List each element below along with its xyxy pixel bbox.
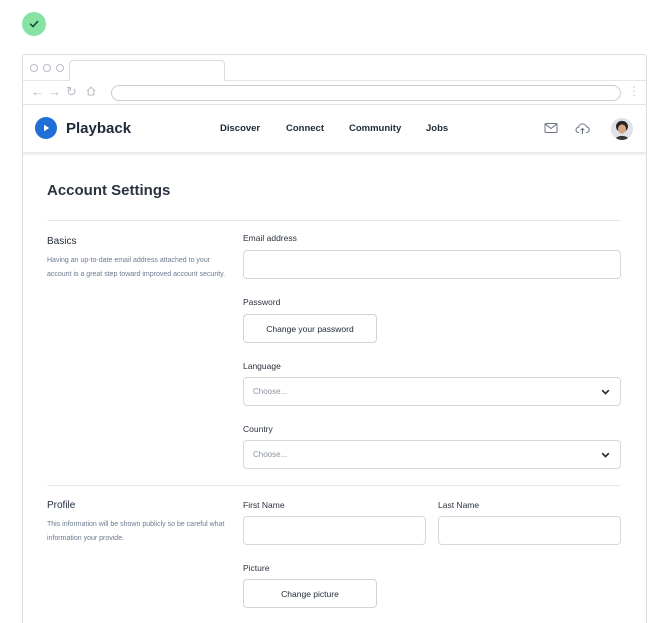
mail-icon[interactable] xyxy=(543,120,559,136)
browser-tab-bar xyxy=(23,55,646,82)
language-label: Language xyxy=(243,361,281,371)
upload-icon[interactable] xyxy=(574,120,590,136)
window-minimize-dot[interactable] xyxy=(43,64,51,72)
browser-menu-icon[interactable]: ⋮ xyxy=(628,84,640,98)
nav-link-community[interactable]: Community xyxy=(349,123,401,134)
page-title: Account Settings xyxy=(47,182,171,199)
reload-icon[interactable]: ↻ xyxy=(66,84,77,100)
chevron-down-icon xyxy=(600,450,610,460)
section-description-profile: This information will be shown publicly … xyxy=(47,521,225,542)
chevron-down-icon xyxy=(600,387,610,397)
url-field[interactable] xyxy=(111,85,621,101)
picture-label: Picture xyxy=(243,563,270,573)
first-name-field[interactable] xyxy=(243,516,426,545)
forward-arrow-icon[interactable]: → xyxy=(48,84,61,100)
browser-address-bar: ← → ↻ ⋮ xyxy=(23,81,646,105)
first-name-label: First Name xyxy=(243,500,285,510)
language-select[interactable]: Choose... xyxy=(243,377,621,406)
browser-window: ← → ↻ ⋮ Playback Discover Connect Commun… xyxy=(22,54,647,623)
app-header: Playback Discover Connect Community Jobs xyxy=(23,105,646,153)
back-arrow-icon[interactable]: ← xyxy=(31,84,44,100)
section-title-basics: Basics xyxy=(47,236,77,247)
section-title-profile: Profile xyxy=(47,500,76,511)
email-label: Email address xyxy=(243,233,297,243)
change-picture-button[interactable]: Change picture xyxy=(243,579,377,608)
country-select-value: Choose... xyxy=(253,450,288,459)
last-name-field[interactable] xyxy=(438,516,621,545)
divider xyxy=(47,485,621,486)
change-password-button[interactable]: Change your password xyxy=(243,314,377,343)
last-name-label: Last Name xyxy=(438,500,480,510)
brand[interactable]: Playback xyxy=(35,117,131,139)
nav-link-connect[interactable]: Connect xyxy=(286,123,324,134)
language-select-value: Choose... xyxy=(253,387,288,396)
avatar[interactable] xyxy=(611,118,633,140)
play-logo-icon xyxy=(35,117,57,139)
nav-link-jobs[interactable]: Jobs xyxy=(426,123,448,134)
brand-name: Playback xyxy=(66,119,132,137)
country-select[interactable]: Choose... xyxy=(243,440,621,469)
password-label: Password xyxy=(243,297,281,307)
country-label: Country xyxy=(243,424,273,434)
divider xyxy=(47,220,621,221)
home-icon[interactable] xyxy=(85,85,97,101)
email-field[interactable] xyxy=(243,250,621,279)
window-maximize-dot[interactable] xyxy=(56,64,64,72)
section-description-basics: Having an up-to-date email address attac… xyxy=(47,257,226,278)
nav-link-discover[interactable]: Discover xyxy=(220,123,260,134)
window-close-dot[interactable] xyxy=(30,64,38,72)
browser-tab[interactable] xyxy=(69,60,225,82)
success-check-icon xyxy=(22,12,46,36)
